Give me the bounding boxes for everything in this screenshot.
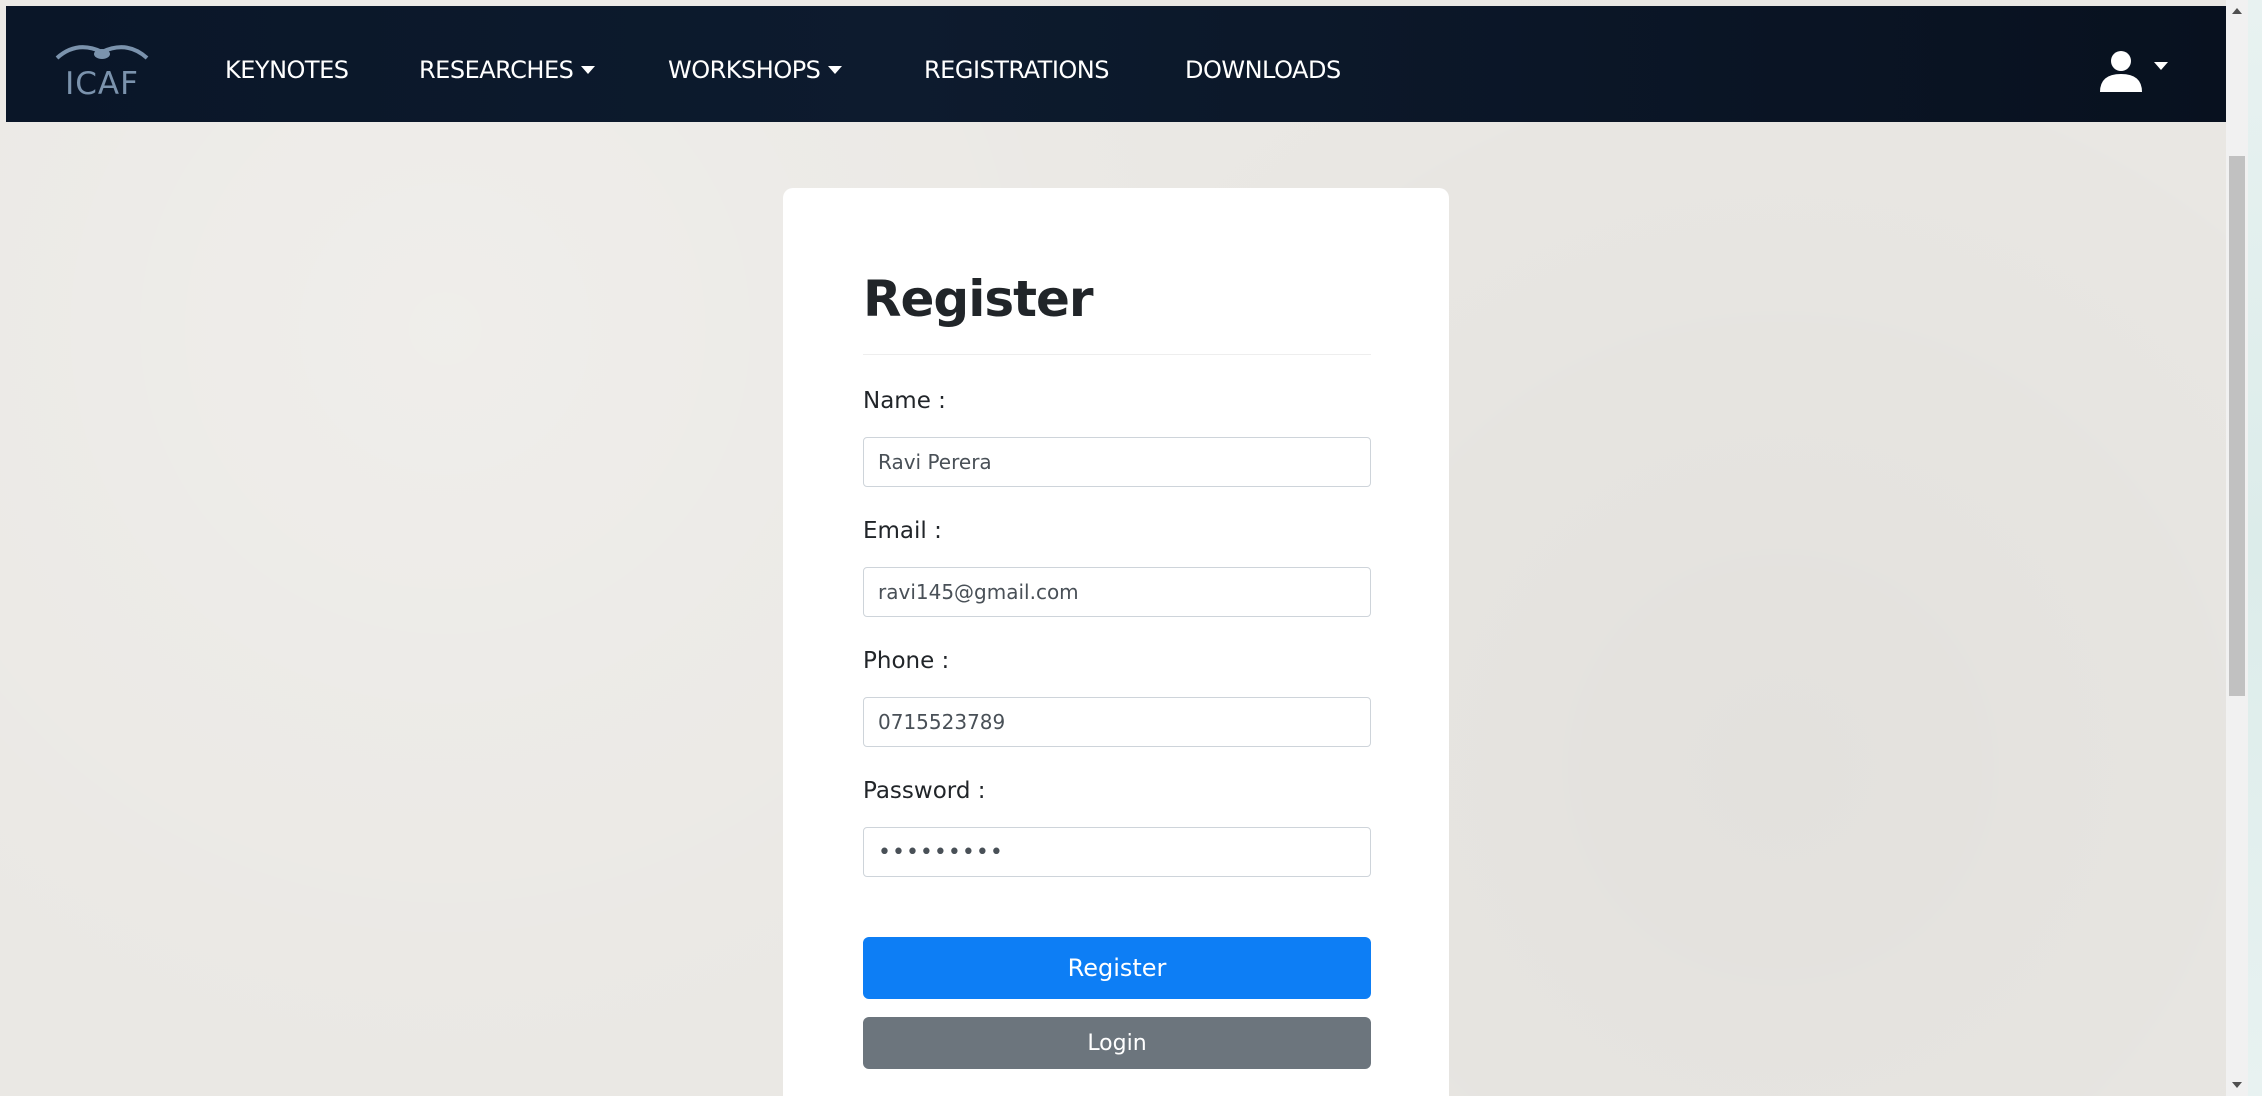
register-card: Register Name : Email : Phone : Password…	[783, 188, 1449, 1096]
top-navbar: ICAF KEYNOTES RESEARCHES WORKSHOPS REGIS…	[6, 6, 2226, 122]
logo-text: ICAF	[65, 66, 139, 102]
nav-keynotes-label: KEYNOTES	[225, 56, 349, 84]
logo[interactable]: ICAF	[52, 36, 152, 106]
name-label: Name :	[863, 388, 946, 414]
password-field[interactable]	[863, 827, 1371, 877]
nav-downloads-label: DOWNLOADS	[1185, 56, 1341, 84]
chevron-down-icon	[581, 66, 596, 74]
nav-registrations-label: REGISTRATIONS	[924, 56, 1109, 84]
user-icon	[2100, 51, 2142, 92]
window-edge	[2248, 0, 2262, 1096]
nav-researches-label: RESEARCHES	[419, 56, 574, 84]
login-button[interactable]: Login	[863, 1017, 1371, 1069]
chevron-down-icon	[828, 66, 843, 74]
nav-workshops[interactable]: WORKSHOPS	[668, 56, 843, 84]
scroll-up-icon[interactable]	[2232, 8, 2242, 14]
register-button[interactable]: Register	[863, 937, 1371, 999]
email-label: Email :	[863, 518, 942, 544]
scroll-down-icon[interactable]	[2232, 1082, 2242, 1088]
password-label: Password :	[863, 778, 986, 804]
user-menu-dropdown[interactable]	[2096, 46, 2186, 96]
nav-downloads[interactable]: DOWNLOADS	[1185, 56, 1341, 84]
page-background: ICAF KEYNOTES RESEARCHES WORKSHOPS REGIS…	[0, 0, 2226, 1096]
phone-label: Phone :	[863, 648, 950, 674]
title-divider	[863, 354, 1371, 355]
logo-bird-icon	[55, 45, 149, 60]
page-title: Register	[863, 270, 1094, 328]
phone-field[interactable]	[863, 697, 1371, 747]
nav-keynotes[interactable]: KEYNOTES	[225, 56, 349, 84]
nav-researches[interactable]: RESEARCHES	[419, 56, 596, 84]
name-field[interactable]	[863, 437, 1371, 487]
nav-registrations[interactable]: REGISTRATIONS	[924, 56, 1109, 84]
caret-down-icon	[2154, 62, 2168, 70]
email-field[interactable]	[863, 567, 1371, 617]
scrollbar-thumb[interactable]	[2229, 156, 2245, 696]
vertical-scrollbar[interactable]	[2226, 0, 2248, 1096]
nav-workshops-label: WORKSHOPS	[668, 56, 821, 84]
